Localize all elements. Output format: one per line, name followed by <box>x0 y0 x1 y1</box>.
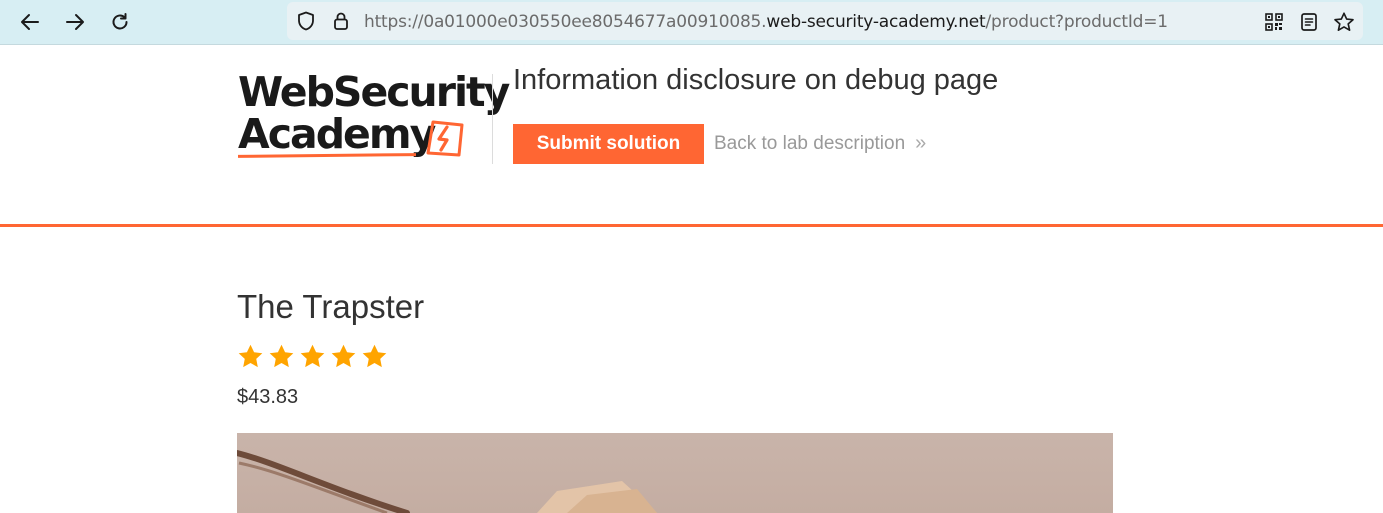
header-separator <box>0 224 1383 227</box>
url-prefix: https://0a01000e030550ee8054677a00910085… <box>364 12 767 32</box>
lab-title: Information disclosure on debug page <box>513 64 999 96</box>
shield-icon[interactable] <box>296 11 316 31</box>
logo-text-line1: WebSecurity <box>238 68 510 116</box>
web-security-academy-logo[interactable]: WebSecurity Academy <box>237 72 510 164</box>
qr-code-icon[interactable] <box>1263 11 1285 33</box>
logo-lightning-icon <box>425 119 465 162</box>
rating-star-icon <box>300 344 325 368</box>
url-text[interactable]: https://0a01000e030550ee8054677a00910085… <box>364 12 1168 32</box>
rating-stars <box>237 343 388 370</box>
logo-text-line2: Academy <box>238 110 436 158</box>
lock-icon[interactable] <box>331 11 351 31</box>
back-to-lab-description-link[interactable]: Back to lab description » <box>714 132 926 155</box>
product-price: $43.83 <box>237 386 299 408</box>
rating-star-icon <box>362 344 387 368</box>
browser-toolbar: https://0a01000e030550ee8054677a00910085… <box>0 0 1383 45</box>
rating-star-icon <box>331 344 356 368</box>
back-link-label: Back to lab description <box>714 132 906 154</box>
url-path: /product?productId=1 <box>985 12 1169 32</box>
back-arrow-icon[interactable] <box>16 8 44 36</box>
submit-solution-button[interactable]: Submit solution <box>513 124 704 164</box>
rating-star-icon <box>269 344 294 368</box>
double-chevron-right-icon: » <box>915 132 927 154</box>
header-divider <box>492 74 493 164</box>
product-image <box>237 433 1113 513</box>
reload-icon[interactable] <box>106 8 134 36</box>
product-title: The Trapster <box>237 288 425 325</box>
address-bar[interactable]: https://0a01000e030550ee8054677a00910085… <box>287 2 1363 40</box>
forward-arrow-icon[interactable] <box>61 8 89 36</box>
url-host: web-security-academy.net <box>766 12 986 32</box>
rating-star-icon <box>238 344 263 368</box>
bookmark-star-icon[interactable] <box>1333 11 1355 33</box>
reader-view-icon[interactable] <box>1298 11 1320 33</box>
